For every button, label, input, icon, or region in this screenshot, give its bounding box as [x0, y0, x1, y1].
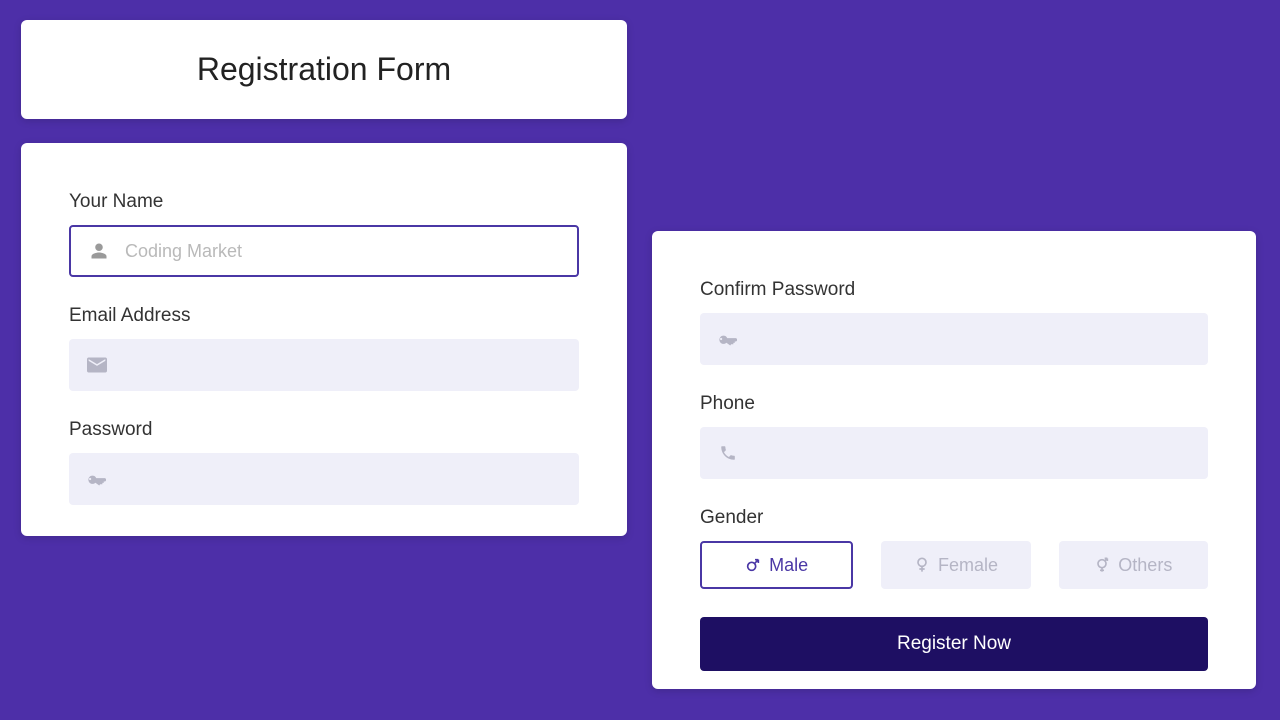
gender-option-male-label: Male — [769, 555, 808, 576]
others-icon — [1094, 557, 1110, 573]
key-icon — [85, 470, 109, 488]
header-card: Registration Form — [21, 20, 627, 119]
email-input[interactable] — [123, 355, 563, 376]
phone-field-group: Phone — [700, 393, 1208, 479]
confirm-password-field-group: Confirm Password — [700, 279, 1208, 365]
confirm-password-input-wrap[interactable] — [700, 313, 1208, 365]
mail-icon — [85, 357, 109, 373]
male-icon — [745, 557, 761, 573]
email-field-group: Email Address — [69, 305, 579, 391]
gender-option-male[interactable]: Male — [700, 541, 853, 589]
password-field-group: Password — [69, 419, 579, 505]
register-button[interactable]: Register Now — [700, 617, 1208, 671]
phone-input[interactable] — [754, 443, 1192, 464]
gender-option-female[interactable]: Female — [881, 541, 1030, 589]
gender-option-female-label: Female — [938, 555, 998, 576]
name-input-wrap[interactable] — [69, 225, 579, 277]
confirm-password-label: Confirm Password — [700, 279, 1208, 301]
phone-label: Phone — [700, 393, 1208, 415]
email-input-wrap[interactable] — [69, 339, 579, 391]
page-title: Registration Form — [197, 51, 451, 88]
confirm-password-input[interactable] — [754, 329, 1192, 350]
password-label: Password — [69, 419, 579, 441]
gender-option-others-label: Others — [1118, 555, 1172, 576]
user-icon — [87, 242, 111, 260]
gender-field-group: Gender Male Female Others — [700, 507, 1208, 589]
name-field-group: Your Name — [69, 191, 579, 277]
form-card-left: Your Name Email Address Password — [21, 143, 627, 536]
email-label: Email Address — [69, 305, 579, 327]
password-input-wrap[interactable] — [69, 453, 579, 505]
gender-label: Gender — [700, 507, 1208, 529]
female-icon — [914, 557, 930, 573]
name-label: Your Name — [69, 191, 579, 213]
password-input[interactable] — [123, 469, 563, 490]
form-card-right: Confirm Password Phone Gender Male — [652, 231, 1256, 689]
phone-input-wrap[interactable] — [700, 427, 1208, 479]
gender-options-row: Male Female Others — [700, 541, 1208, 589]
name-input[interactable] — [125, 241, 561, 262]
phone-icon — [716, 444, 740, 462]
gender-option-others[interactable]: Others — [1059, 541, 1208, 589]
key-icon — [716, 330, 740, 348]
